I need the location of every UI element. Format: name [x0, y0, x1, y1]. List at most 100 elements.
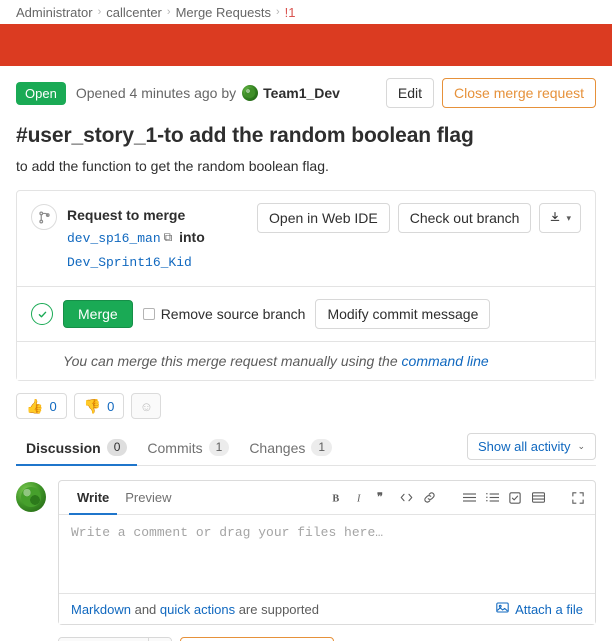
widget-actions: Open in Web IDE Check out branch ▾ — [257, 203, 581, 233]
breadcrumb-separator: › — [275, 6, 280, 18]
link-icon[interactable] — [422, 491, 436, 505]
merge-button[interactable]: Merge — [63, 300, 133, 328]
comment-box: Write Preview B I ❞ Write a comment or d… — [58, 480, 596, 625]
chevron-down-icon: ⌄ — [577, 441, 585, 451]
opened-text: Opened 4 minutes ago by — [75, 85, 237, 101]
tab-preview[interactable]: Preview — [117, 482, 179, 515]
tab-discussion-count: 0 — [106, 439, 128, 456]
italic-icon[interactable]: I — [353, 491, 367, 505]
close-merge-request-button[interactable]: Close merge request — [442, 78, 596, 108]
award-emoji-row: 👍 0 👎 0 ☺ — [0, 381, 612, 419]
breadcrumb-item-administrator[interactable]: Administrator — [16, 5, 93, 20]
branch-icon — [31, 204, 57, 230]
comment-form-area: Write Preview B I ❞ Write a comment or d… — [0, 466, 612, 625]
thumbs-up-count: 0 — [49, 398, 57, 414]
code-icon[interactable] — [399, 491, 413, 505]
numbered-list-icon[interactable] — [485, 491, 499, 505]
comment-split-button: Comment ▾ — [58, 637, 173, 641]
tab-commits-count: 1 — [208, 439, 230, 456]
tab-write[interactable]: Write — [69, 482, 118, 515]
thumbs-up-icon: 👍 — [26, 398, 44, 414]
status-badge: Open — [16, 81, 66, 105]
mr-description: to add the function to get the random bo… — [16, 158, 329, 174]
show-all-activity-dropdown[interactable]: Show all activity ⌄ — [466, 433, 596, 460]
check-out-branch-button[interactable]: Check out branch — [397, 203, 532, 233]
quick-actions-link[interactable]: quick actions — [160, 602, 235, 617]
open-in-web-ide-button[interactable]: Open in Web IDE — [257, 203, 390, 233]
author-link[interactable]: Team1_Dev — [263, 85, 340, 101]
svg-text:❞: ❞ — [377, 492, 383, 504]
markdown-toolbar: B I ❞ — [330, 491, 585, 505]
branch-text: Request to merge dev_sp16_man ⧉ into Dev_… — [67, 203, 247, 274]
check-circle-icon — [31, 303, 53, 325]
checkbox-box[interactable] — [142, 308, 155, 320]
attach-file-label: Attach a file — [515, 601, 583, 617]
manual-merge-text: You can merge this merge request manuall… — [63, 353, 398, 369]
manual-merge-note: You can merge this merge request manuall… — [17, 341, 595, 380]
avatar — [16, 482, 46, 512]
tab-changes[interactable]: Changes 1 — [239, 433, 342, 466]
show-all-activity-label: Show all activity — [477, 439, 571, 454]
markdown-link[interactable]: Markdown — [71, 602, 131, 617]
thumbs-down-icon: 👎 — [83, 398, 102, 414]
svg-text:B: B — [332, 493, 339, 504]
comment-input[interactable]: Write a comment or drag your files here… — [59, 515, 595, 593]
command-line-link[interactable]: command line — [402, 353, 489, 369]
svg-text:I: I — [356, 493, 361, 504]
tab-changes-label: Changes — [249, 439, 306, 456]
broadcast-banner — [0, 24, 612, 66]
tab-commits-label: Commits — [147, 439, 203, 456]
page-title: #user_story_1-to add the random boolean … — [16, 124, 474, 147]
quote-icon[interactable]: ❞ — [376, 491, 390, 505]
task-list-icon[interactable] — [508, 491, 522, 505]
tab-discussion-label: Discussion — [26, 439, 101, 456]
target-branch-name[interactable]: Dev_Sprint16_Kid — [67, 255, 192, 270]
breadcrumb-separator: › — [97, 6, 102, 18]
mr-header-actions: Edit Close merge request — [385, 78, 596, 108]
breadcrumb-separator: › — [166, 6, 171, 18]
breadcrumb-item-callcenter[interactable]: callcenter — [106, 5, 162, 20]
add-reaction-button[interactable]: ☺ — [131, 393, 162, 419]
into-label: into — [179, 229, 205, 245]
request-to-merge-label: Request to merge — [67, 207, 186, 223]
breadcrumb: Administrator › callcenter › Merge Reque… — [0, 0, 612, 24]
remove-source-branch-label: Remove source branch — [160, 306, 306, 322]
branch-info-section: Request to merge dev_sp16_man ⧉ into Dev_… — [17, 191, 595, 286]
download-icon — [549, 209, 561, 227]
breadcrumb-item-mr-id[interactable]: !1 — [285, 5, 296, 20]
avatar[interactable] — [242, 85, 259, 101]
bulleted-list-icon[interactable] — [462, 491, 476, 505]
tab-discussion[interactable]: Discussion 0 — [16, 433, 138, 466]
download-dropdown-button[interactable]: ▾ — [539, 203, 581, 233]
tab-changes-count: 1 — [311, 439, 333, 456]
modify-commit-message-button[interactable]: Modify commit message — [315, 299, 491, 329]
merge-action-section: Merge Remove source branch Modify commit… — [17, 286, 595, 341]
breadcrumb-item-merge-requests[interactable]: Merge Requests — [176, 5, 271, 20]
opened-meta: Opened 4 minutes ago by Team1_Dev — [76, 85, 340, 101]
editor-header: Write Preview B I ❞ — [59, 481, 595, 515]
attach-file-button[interactable]: Attach a file — [496, 601, 583, 617]
merge-row: Merge Remove source branch Modify commit… — [31, 299, 491, 329]
mr-tabs: Discussion 0 Commits 1 Changes 1 Show al… — [16, 433, 596, 466]
remove-source-branch-checkbox[interactable]: Remove source branch — [142, 306, 306, 322]
thumbs-down-count: 0 — [107, 398, 115, 414]
bold-icon[interactable]: B — [330, 491, 344, 505]
markdown-hint: Markdown and quick actions are supported — [71, 602, 319, 617]
source-branch-name[interactable]: dev_sp16_man — [67, 231, 161, 246]
activity-filter: Show all activity ⌄ — [466, 433, 596, 460]
comment-form-actions: Comment ▾ Close merge request — [0, 625, 612, 641]
chevron-down-icon: ▾ — [566, 213, 571, 223]
fullscreen-icon[interactable] — [571, 491, 585, 505]
table-icon[interactable] — [531, 491, 545, 505]
supported-text: are supported — [238, 601, 319, 617]
image-icon — [496, 601, 509, 617]
close-merge-request-bottom-button[interactable]: Close merge request — [180, 637, 335, 641]
thumbs-up-award-button[interactable]: 👍 0 — [16, 393, 67, 419]
edit-button[interactable]: Edit — [385, 78, 435, 108]
merge-request-widget: Request to merge dev_sp16_man ⧉ into Dev_… — [16, 190, 596, 381]
copy-icon[interactable]: ⧉ — [164, 226, 173, 248]
tab-commits[interactable]: Commits 1 — [137, 433, 239, 466]
and-text: and — [134, 601, 157, 617]
thumbs-down-award-button[interactable]: 👎 0 — [73, 393, 125, 419]
editor-footer: Markdown and quick actions are supported… — [59, 593, 595, 624]
